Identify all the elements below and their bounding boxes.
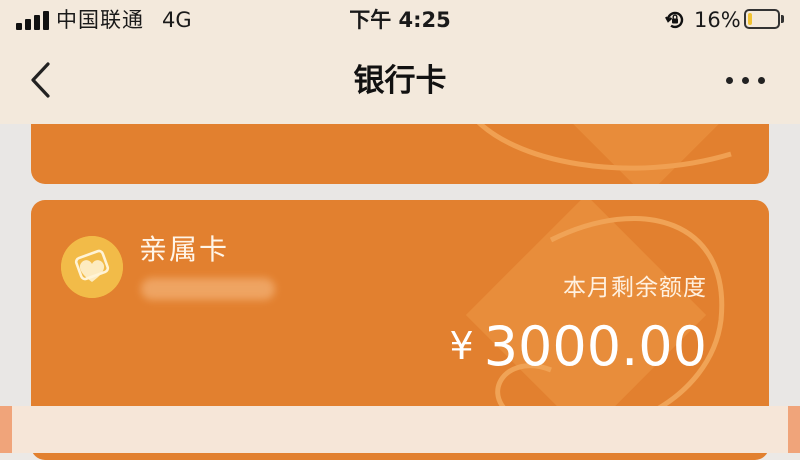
bank-card-partial[interactable] — [31, 124, 769, 184]
rotation-lock-icon — [665, 11, 684, 29]
header-area: 中国联通 4G 下午 4:25 16% 银行卡 — [0, 0, 800, 124]
more-dots-icon[interactable] — [722, 68, 770, 92]
remaining-quota-label: 本月剩余额度 — [563, 275, 707, 301]
battery-percent: 16% — [694, 8, 741, 32]
bottom-strip-edge — [788, 406, 800, 453]
heart-card-icon — [61, 236, 123, 298]
bottom-strip — [0, 406, 800, 453]
card-list[interactable]: 亲属卡 本月剩余额度 ¥3000.00 — [0, 124, 800, 460]
amount-value: 3000.00 — [483, 315, 707, 378]
blurred-owner-name — [141, 278, 275, 300]
battery-level-fill — [748, 13, 752, 25]
battery-icon — [744, 9, 780, 29]
remaining-quota-amount: ¥3000.00 — [450, 312, 708, 381]
bottom-strip-edge — [0, 406, 12, 453]
currency-symbol: ¥ — [449, 324, 474, 368]
nav-bar: 银行卡 — [0, 40, 800, 124]
card-decoration — [476, 124, 732, 184]
battery-cap — [781, 15, 784, 23]
card-name: 亲属卡 — [139, 233, 230, 266]
page-title: 银行卡 — [353, 63, 447, 99]
status-bar: 中国联通 4G 下午 4:25 16% — [0, 0, 800, 40]
